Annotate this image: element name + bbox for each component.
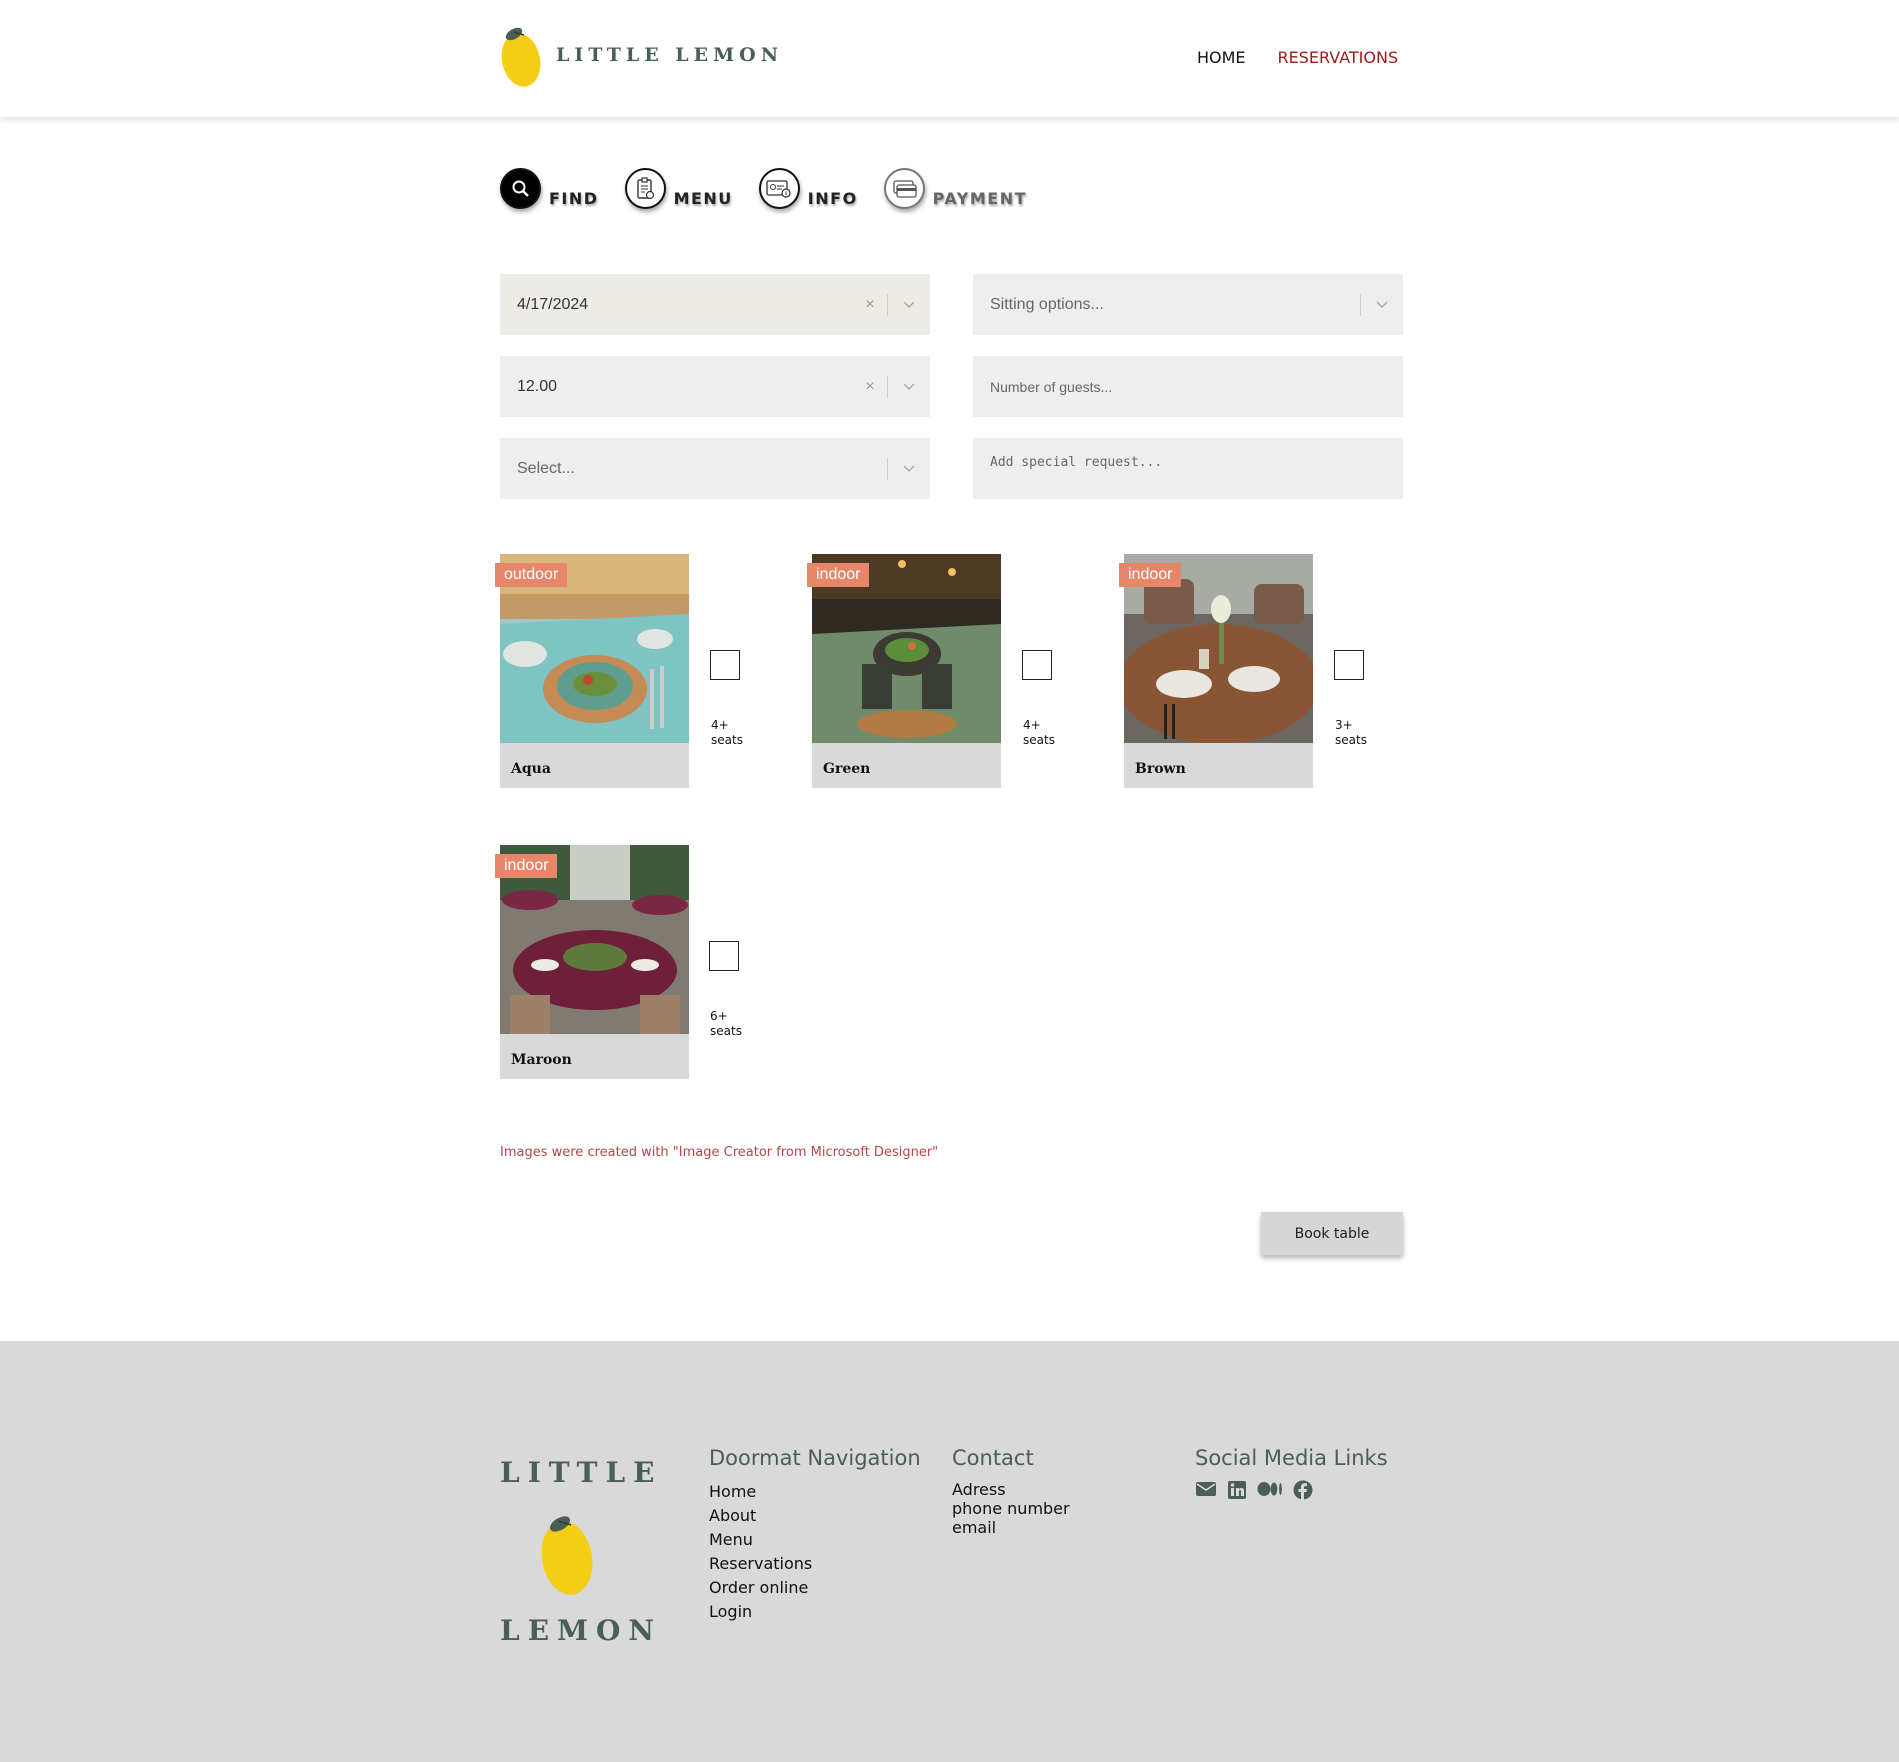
footer-social: Social Media Links	[1195, 1446, 1388, 1500]
lemon-logo-icon	[501, 27, 541, 87]
lemon-logo-icon	[541, 1516, 593, 1595]
step-label: MENU	[673, 189, 733, 208]
table-card-green[interactable]: indoor Green	[807, 554, 1001, 788]
seats-count: 6+	[710, 1009, 728, 1023]
chevron-down-icon[interactable]	[896, 274, 922, 335]
clear-icon[interactable]: ×	[857, 378, 883, 396]
seats-count: 4+	[711, 718, 729, 732]
table-seats-brown: 3+ seats	[1335, 718, 1367, 748]
table-tag: indoor	[1119, 563, 1182, 587]
sitting-options-select[interactable]: Sitting options...	[973, 274, 1403, 335]
footer-link-order-online[interactable]: Order online	[709, 1576, 921, 1600]
seats-count: 4+	[1023, 718, 1041, 732]
table-checkbox-brown[interactable]	[1334, 650, 1364, 680]
table-seats-aqua: 4+ seats	[711, 718, 743, 748]
footer-social-title: Social Media Links	[1195, 1446, 1388, 1470]
footer-link-home[interactable]: Home	[709, 1480, 921, 1504]
table-card-brown[interactable]: indoor Brown	[1119, 554, 1313, 788]
separator	[887, 375, 888, 398]
chevron-down-icon[interactable]	[896, 438, 922, 499]
footer-contact-title: Contact	[952, 1446, 1034, 1470]
footer-nav-title: Doormat Navigation	[709, 1446, 921, 1470]
clipboard-icon	[624, 168, 666, 209]
nav-home-link[interactable]: HOME	[1197, 48, 1246, 67]
table-tag: outdoor	[495, 563, 568, 587]
step-find[interactable]: FIND	[500, 168, 599, 209]
brand-name: LITTLE LEMON	[556, 44, 784, 66]
seats-unit: seats	[711, 733, 743, 747]
footer-brand-top: LITTLE	[500, 1456, 663, 1489]
occasion-select[interactable]: Select...	[500, 438, 930, 499]
facebook-icon[interactable]	[1293, 1480, 1313, 1500]
table-seats-green: 4+ seats	[1023, 718, 1055, 748]
special-request-textarea[interactable]: Add special request...	[973, 438, 1403, 499]
social-links	[1195, 1480, 1388, 1500]
step-info[interactable]: INFO	[758, 168, 858, 209]
chevron-down-icon[interactable]	[896, 356, 922, 417]
contact-address: Adress	[952, 1480, 1006, 1499]
guests-placeholder: Number of guests...	[990, 378, 1113, 395]
contact-email: email	[952, 1518, 997, 1537]
request-placeholder: Add special request...	[990, 455, 1163, 470]
footer-link-menu[interactable]: Menu	[709, 1528, 921, 1552]
table-tag: indoor	[807, 563, 870, 587]
search-icon	[500, 168, 541, 209]
table-name: Green	[823, 761, 871, 777]
table-tag: indoor	[495, 854, 558, 878]
separator	[1360, 293, 1361, 316]
book-table-button[interactable]: Book table	[1261, 1212, 1403, 1255]
medium-icon[interactable]	[1257, 1480, 1283, 1500]
clear-icon[interactable]: ×	[857, 296, 883, 314]
table-name: Aqua	[511, 761, 551, 777]
table-checkbox-green[interactable]	[1022, 650, 1052, 680]
occasion-placeholder: Select...	[517, 459, 575, 477]
site-header: LITTLE LEMON HOME RESERVATIONS	[0, 0, 1899, 117]
sitting-placeholder: Sitting options...	[990, 295, 1104, 313]
table-name: Brown	[1135, 761, 1186, 777]
site-footer: LITTLE LEMON Doormat Navigation Home Abo…	[0, 1341, 1899, 1762]
id-card-icon	[758, 168, 800, 209]
time-value: 12.00	[517, 377, 558, 395]
step-menu[interactable]: MENU	[624, 168, 733, 209]
footer-doormat-nav: Doormat Navigation Home About Menu Reser…	[709, 1446, 921, 1624]
linkedin-icon[interactable]	[1227, 1480, 1247, 1500]
footer-link-about[interactable]: About	[709, 1504, 921, 1528]
table-checkbox-aqua[interactable]	[710, 650, 740, 680]
seats-unit: seats	[1023, 733, 1055, 747]
step-payment[interactable]: PAYMENT	[883, 168, 1028, 209]
guests-input[interactable]: Number of guests...	[973, 356, 1403, 417]
table-card-aqua[interactable]: outdoor Aqua	[495, 554, 689, 788]
time-select[interactable]: 12.00 ×	[500, 356, 930, 417]
separator	[887, 457, 888, 480]
image-credit: Images were created with "Image Creator …	[500, 1145, 939, 1160]
separator	[887, 293, 888, 316]
chevron-down-icon[interactable]	[1369, 274, 1395, 335]
step-label: PAYMENT	[932, 189, 1028, 208]
table-checkbox-maroon[interactable]	[709, 941, 739, 971]
date-value: 4/17/2024	[517, 295, 589, 313]
footer-link-reservations[interactable]: Reservations	[709, 1552, 921, 1576]
table-name: Maroon	[511, 1052, 572, 1068]
table-seats-maroon: 6+ seats	[710, 1009, 742, 1039]
contact-phone: phone number	[952, 1499, 1070, 1518]
main-nav: HOME RESERVATIONS	[1197, 48, 1398, 67]
step-label: FIND	[549, 189, 599, 208]
booking-steps: FIND MENU INFO PAYMENT	[500, 168, 1053, 209]
table-card-maroon[interactable]: indoor Maroon	[495, 845, 689, 1079]
step-label: INFO	[807, 189, 858, 208]
seats-unit: seats	[710, 1024, 742, 1038]
date-select[interactable]: 4/17/2024 ×	[500, 274, 930, 335]
seats-count: 3+	[1335, 718, 1353, 732]
footer-brand-bottom: LEMON	[500, 1614, 663, 1647]
credit-card-icon	[883, 168, 925, 209]
email-icon[interactable]	[1195, 1480, 1217, 1500]
footer-link-login[interactable]: Login	[709, 1600, 921, 1624]
footer-contact: Contact Adress phone number email	[952, 1446, 1070, 1537]
header-logo[interactable]: LITTLE LEMON	[500, 22, 783, 88]
nav-reservations-link[interactable]: RESERVATIONS	[1278, 48, 1399, 67]
seats-unit: seats	[1335, 733, 1367, 747]
